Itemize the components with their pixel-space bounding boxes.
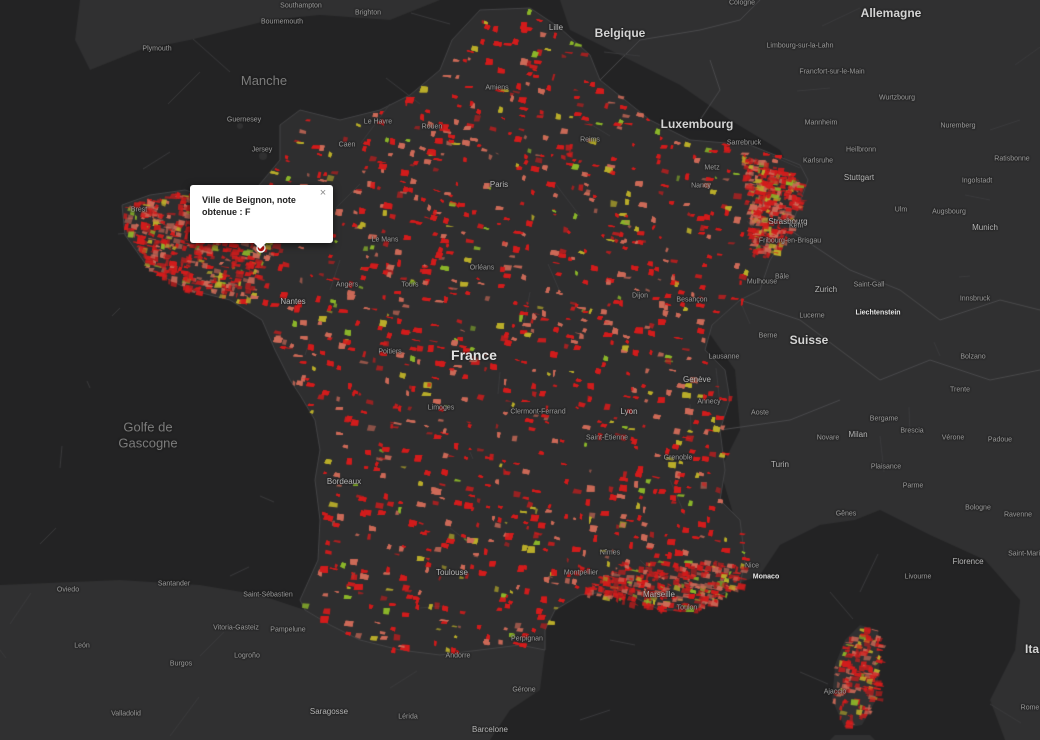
choropleth-map[interactable] <box>0 0 1040 740</box>
map-popup: Ville de Beignon, note obtenue : F × <box>190 185 333 249</box>
popup-text: Ville de Beignon, note obtenue : F <box>202 195 296 217</box>
map-view[interactable]: France Allemagne Belgique Luxembourg Suisse L… <box>0 0 1040 740</box>
close-icon[interactable]: × <box>317 187 329 199</box>
popup-tip <box>254 243 266 249</box>
